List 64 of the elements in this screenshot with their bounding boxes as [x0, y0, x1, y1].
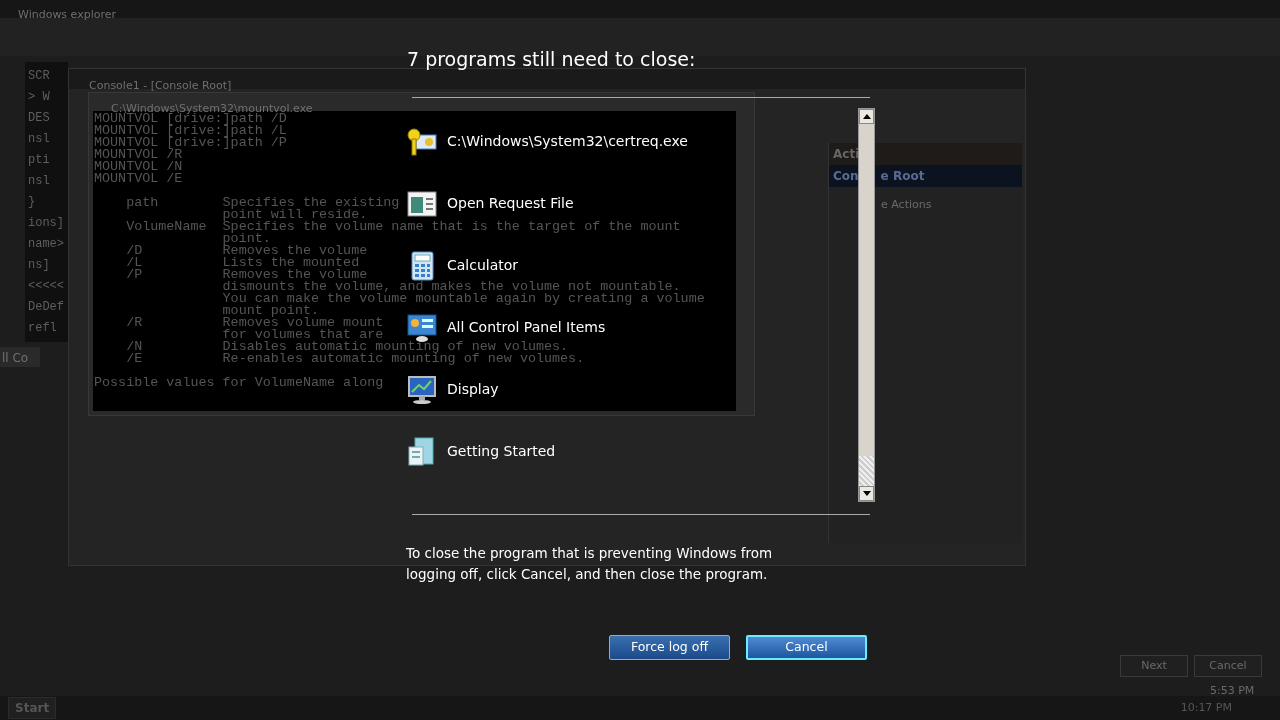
- console-line: /N Disables automatic mounting of new volumes.: [125, 341, 569, 353]
- console-line: VolumeName Specifies the volume name that is the target of the mount: [125, 221, 681, 233]
- console-line: MOUNTVOL /R: [94, 149, 183, 161]
- console-line: MOUNTVOL [drive:]path /L: [94, 125, 287, 137]
- document-icon: [407, 188, 437, 219]
- console-line: /E Re-enables automatic mounting of new volumes.: [125, 353, 585, 365]
- up-arrow-icon: [862, 113, 871, 119]
- console-line: point.: [221, 233, 271, 245]
- time-label: 5:53 PM: [1210, 683, 1255, 699]
- key-icon: [407, 126, 437, 157]
- console-line: /P Removes the volume: [125, 269, 368, 281]
- window-title: Console1 - [Console Root]: [89, 79, 232, 92]
- code-line: > W: [28, 89, 51, 106]
- group-label: e Root: [880, 168, 925, 185]
- scroll-up-button[interactable]: [859, 108, 874, 124]
- console-line: You can make the volume mountable again by creating a volume: [221, 293, 705, 305]
- document-icon: [407, 436, 437, 467]
- program-name[interactable]: Display: [447, 379, 499, 401]
- code-line: <<<<<: [28, 278, 65, 295]
- console-line: MOUNTVOL [drive:]path /P: [94, 137, 287, 149]
- program-name[interactable]: All Control Panel Items: [447, 317, 606, 339]
- code-line: nsl: [28, 173, 51, 190]
- dialog-message: To close the program that is preventing Windows from logging off, click Cancel, and then close the program.: [406, 544, 774, 584]
- window-title: C:\Windows\System32\mountvol.exe: [111, 102, 313, 115]
- console-line: MOUNTVOL [drive:]path /D: [94, 113, 287, 125]
- code-line: DES: [28, 110, 51, 127]
- control-panel-icon: [407, 312, 437, 343]
- code-line: ns]: [28, 257, 51, 274]
- window-title: Windows explorer: [18, 8, 117, 21]
- action-item: e Actions: [880, 197, 933, 213]
- code-line: refl: [28, 320, 58, 337]
- monitor-icon: [407, 374, 437, 405]
- console-line: for volumes that are: [221, 329, 384, 341]
- code-line: DeDef: [28, 299, 65, 316]
- program-name[interactable]: Open Request File: [447, 193, 574, 215]
- console-line: MOUNTVOL /E: [94, 173, 183, 185]
- program-name[interactable]: Calculator: [447, 255, 519, 277]
- console-line: path Specifies the existing: [125, 197, 400, 209]
- code-line: SCR: [28, 68, 51, 85]
- console-line: /R Removes volume mount: [125, 317, 384, 329]
- code-line: nsl: [28, 131, 51, 148]
- console-line: dismounts the volume, and makes the volume not mountable.: [221, 281, 681, 293]
- dialog-button[interactable]: Cancel: [746, 635, 867, 660]
- panel-header: Acti: [829, 143, 1022, 165]
- console-line: /D Removes the volume: [125, 245, 368, 257]
- tab-label: ll Co: [0, 347, 40, 367]
- scroll-down-button[interactable]: [859, 486, 874, 501]
- dialog-title: 7 programs still need to close:: [406, 47, 697, 72]
- console-line: MOUNTVOL /N: [94, 161, 183, 173]
- program-name[interactable]: Getting Started: [447, 441, 556, 463]
- code-line: }: [28, 194, 37, 211]
- program-name[interactable]: C:\Windows\System32\certreq.exe: [447, 131, 688, 153]
- down-arrow-icon: [862, 491, 871, 496]
- console-line: Possible values for VolumeName along: [94, 377, 384, 389]
- dialog-button[interactable]: Force log off: [609, 635, 730, 660]
- code-line: pti: [28, 152, 51, 169]
- scroll-thumb[interactable]: [859, 456, 874, 486]
- clock: 10:17 PM: [1180, 699, 1232, 716]
- console-line: /L Lists the mounted: [125, 257, 360, 269]
- console-line: mount point.: [221, 305, 319, 317]
- console-line: point will reside.: [221, 209, 368, 221]
- code-line: ions]: [28, 215, 65, 232]
- code-line: name>: [28, 236, 65, 253]
- group-label: Con: [833, 168, 859, 185]
